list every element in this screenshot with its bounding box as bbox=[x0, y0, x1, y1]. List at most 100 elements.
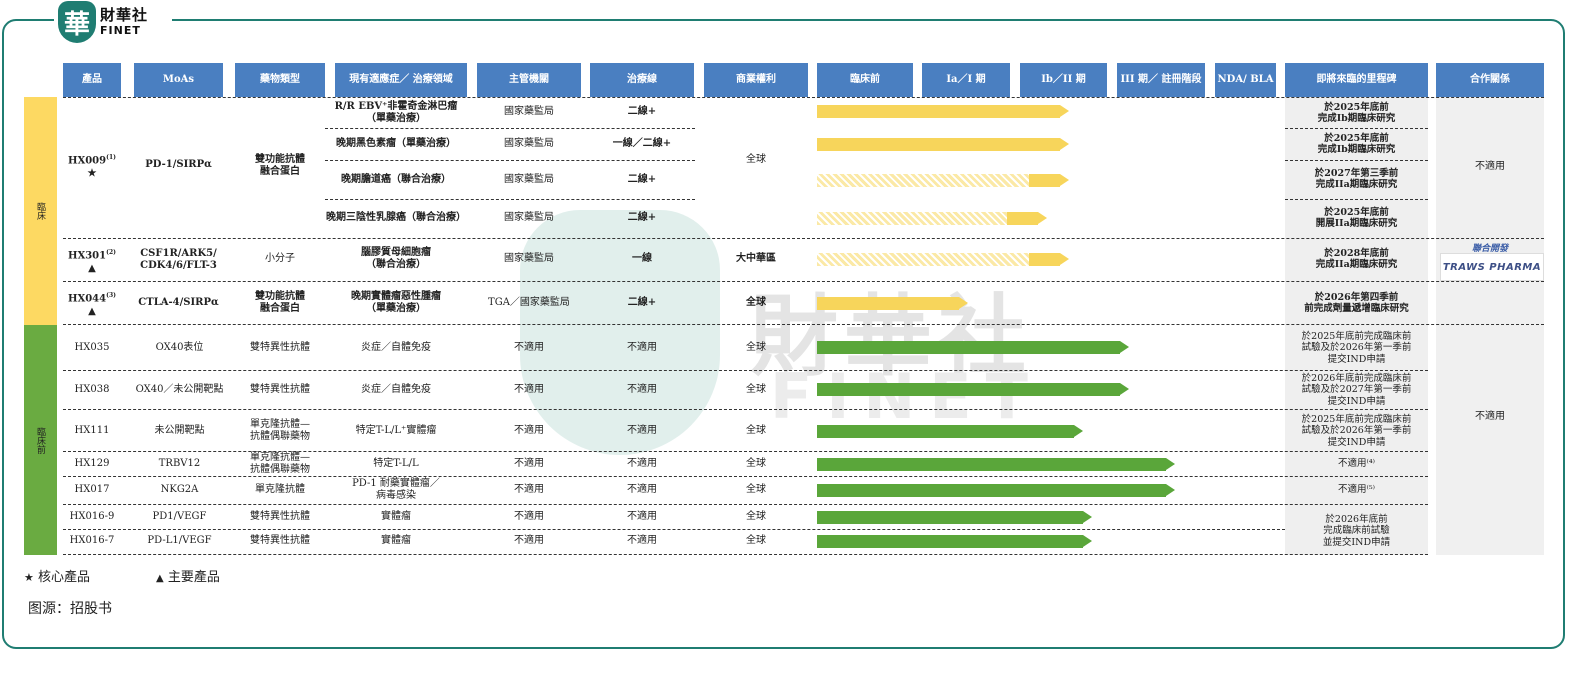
stage-band-clinical: 臨床 bbox=[24, 97, 57, 325]
milestone-hx009-4: 於2025年底前 開展IIa期臨床研究 bbox=[1315, 206, 1398, 229]
progress-bar bbox=[817, 212, 1047, 225]
regulator-hx016-7: 不適用 bbox=[514, 535, 544, 546]
line-hx009-2: 一線／二線+ bbox=[612, 138, 672, 149]
row-divider bbox=[63, 97, 1544, 98]
header-indication: 現有適應症／ 治療領域 bbox=[335, 63, 467, 97]
header-nda-bla: NDA/ BLA bbox=[1215, 63, 1276, 97]
rights-hx044: 全球 bbox=[746, 297, 766, 308]
key-product-triangle-icon: ▲ bbox=[156, 573, 164, 584]
legend-key-label: 主要產品 bbox=[167, 570, 220, 585]
indication-hx009-4: 晚期三陰性乳腺癌（聯合治療） bbox=[326, 212, 466, 223]
header-partnership: 合作關係 bbox=[1436, 63, 1544, 97]
row-divider bbox=[63, 554, 1428, 555]
line-hx009-1: 二線+ bbox=[627, 106, 657, 117]
moa-hx038: OX40／未公開靶點 bbox=[135, 384, 224, 395]
milestone-hx017: 不適用⁽⁵⁾ bbox=[1338, 484, 1375, 496]
type-hx035: 雙特異性抗體 bbox=[250, 342, 310, 353]
milestone-hx016: 於2026年底前 完成臨床前試驗 並提交IND申請 bbox=[1322, 513, 1391, 548]
product-hx016-9: HX016-9 bbox=[69, 511, 115, 522]
header-moa: MoAs bbox=[134, 63, 223, 97]
row-divider bbox=[1285, 128, 1428, 129]
product-hx044: HX044(3) ▲ bbox=[68, 292, 116, 317]
header-phase-3: III 期／ 註冊階段 bbox=[1117, 63, 1205, 97]
rights-hx017: 全球 bbox=[746, 484, 766, 495]
rights-hx038: 全球 bbox=[746, 384, 766, 395]
drug-type-hx044: 雙功能抗體 融合蛋白 bbox=[255, 291, 305, 314]
stage-band-preclinical: 臨床前 bbox=[24, 325, 57, 555]
type-hx016-7: 雙特異性抗體 bbox=[250, 535, 310, 546]
logo-name-cn: 財華社 bbox=[100, 6, 149, 24]
type-hx017: 單克隆抗體 bbox=[255, 484, 305, 495]
regulator-hx038: 不適用 bbox=[514, 384, 544, 395]
line-hx017: 不適用 bbox=[627, 484, 657, 495]
header-treatment-line: 治療線 bbox=[590, 63, 694, 97]
product-hx129: HX129 bbox=[74, 458, 110, 469]
indication-hx017: PD-1 耐藥實體瘤／ 病毒感染 bbox=[352, 478, 440, 501]
milestone-hx044: 於2026年第四季前 前完成劑量遞增臨床研究 bbox=[1304, 291, 1409, 314]
line-hx301: 一線 bbox=[632, 253, 652, 264]
row-divider bbox=[325, 160, 695, 161]
regulator-hx016-9: 不適用 bbox=[514, 511, 544, 522]
line-hx038: 不適用 bbox=[627, 384, 657, 395]
progress-bar bbox=[817, 297, 968, 310]
row-divider bbox=[63, 409, 1428, 410]
drug-type-hx009: 雙功能抗體 融合蛋白 bbox=[255, 154, 305, 177]
line-hx035: 不適用 bbox=[627, 342, 657, 353]
indication-hx044: 晚期實體瘤惡性腫瘤 （單藥治療） bbox=[351, 291, 441, 314]
progress-bar bbox=[817, 535, 1092, 548]
rights-hx009: 全球 bbox=[746, 154, 766, 165]
regulator-hx009-3: 國家藥監局 bbox=[504, 174, 554, 185]
key-product-triangle-icon: ▲ bbox=[88, 262, 96, 274]
type-hx111: 單克隆抗體— 抗體偶聯藥物 bbox=[250, 419, 310, 442]
product-hx038: HX038 bbox=[74, 384, 110, 395]
progress-bar bbox=[817, 105, 1069, 118]
regulator-hx009-1: 國家藥監局 bbox=[504, 106, 554, 117]
progress-bar bbox=[817, 458, 1175, 471]
milestone-hx035: 於2025年底前完成臨床前 試驗及於2026年第一季前 提交IND申請 bbox=[1301, 330, 1412, 365]
progress-bar bbox=[817, 484, 1175, 497]
traws-pharma-logo: TRAWS PHARMA bbox=[1440, 253, 1544, 281]
line-hx016-7: 不適用 bbox=[627, 535, 657, 546]
indication-hx038: 炎症／自體免疫 bbox=[361, 384, 431, 395]
line-hx009-4: 二線+ bbox=[627, 212, 657, 223]
row-divider bbox=[63, 504, 1428, 505]
milestone-hx009-2: 於2025年底前 完成Ib期臨床研究 bbox=[1317, 132, 1396, 155]
type-hx016-9: 雙特異性抗體 bbox=[250, 511, 310, 522]
type-hx038: 雙特異性抗體 bbox=[250, 384, 310, 395]
header-commercial-rights: 商業權利 bbox=[704, 63, 808, 97]
stage-label-preclinical: 臨床前 bbox=[35, 426, 45, 454]
header-product: 產品 bbox=[63, 63, 121, 97]
product-hx111: HX111 bbox=[74, 425, 110, 436]
regulator-hx301: 國家藥監局 bbox=[504, 253, 554, 264]
rights-hx111: 全球 bbox=[746, 425, 766, 436]
row-divider bbox=[63, 281, 1544, 282]
row-divider bbox=[63, 324, 1544, 325]
line-hx009-3: 二線+ bbox=[627, 174, 657, 185]
row-divider bbox=[63, 370, 1428, 371]
indication-hx129: 特定T-L/L bbox=[373, 458, 419, 469]
regulator-hx044: TGA／國家藥監局 bbox=[488, 297, 570, 308]
core-product-star-icon: ★ bbox=[87, 167, 97, 179]
moa-hx017: NKG2A bbox=[160, 484, 199, 495]
partner-hx009: 不適用 bbox=[1475, 161, 1505, 172]
rights-hx035: 全球 bbox=[746, 342, 766, 353]
product-hx017: HX017 bbox=[74, 484, 110, 495]
partner-preclinical: 不適用 bbox=[1475, 411, 1505, 422]
logo-seal-icon: 華 bbox=[58, 1, 96, 43]
finet-logo: 華 財華社 FINET bbox=[54, 0, 172, 44]
source-note: 图源：招股书 bbox=[28, 601, 112, 617]
regulator-hx009-2: 國家藥監局 bbox=[504, 138, 554, 149]
progress-bar bbox=[817, 341, 1129, 354]
line-hx111: 不適用 bbox=[627, 425, 657, 436]
regulator-hx129: 不適用 bbox=[514, 458, 544, 469]
rights-hx016-7: 全球 bbox=[746, 535, 766, 546]
regulator-hx035: 不適用 bbox=[514, 342, 544, 353]
moa-hx301: CSF1R/ARK5/ CDK4/6/FLT-3 bbox=[140, 248, 217, 271]
moa-hx035: OX40表位 bbox=[155, 342, 204, 353]
row-divider bbox=[63, 476, 1428, 477]
indication-hx016-7: 實體瘤 bbox=[381, 535, 411, 546]
row-divider bbox=[63, 451, 1428, 452]
header-drug-type: 藥物類型 bbox=[235, 63, 325, 97]
rights-hx016-9: 全球 bbox=[746, 511, 766, 522]
moa-hx009: PD-1/SIRPα bbox=[145, 159, 212, 170]
